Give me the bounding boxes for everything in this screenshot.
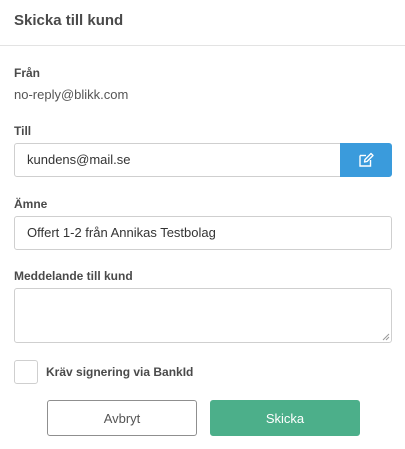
from-value: no-reply@blikk.com [14,87,129,102]
dialog-title: Skicka till kund [14,12,124,29]
message-textarea[interactable] [14,288,392,343]
to-label: Till [14,124,32,138]
dialog-header: Skicka till kund [0,0,405,46]
resize-grip-icon[interactable] [382,333,390,341]
bankid-signing-label[interactable]: Kräv signering via BankId [46,365,193,379]
to-email-input[interactable]: kundens@mail.se [14,143,341,177]
bankid-signing-checkbox[interactable] [14,360,38,384]
subject-input[interactable]: Offert 1-2 från Annikas Testbolag [14,216,392,250]
edit-pencil-icon [359,152,374,167]
from-label: Från [14,66,41,80]
edit-recipient-button[interactable] [340,143,392,177]
send-button[interactable]: Skicka [210,400,360,436]
subject-label: Ämne [14,197,48,211]
message-label: Meddelande till kund [14,269,133,283]
cancel-button[interactable]: Avbryt [47,400,197,436]
